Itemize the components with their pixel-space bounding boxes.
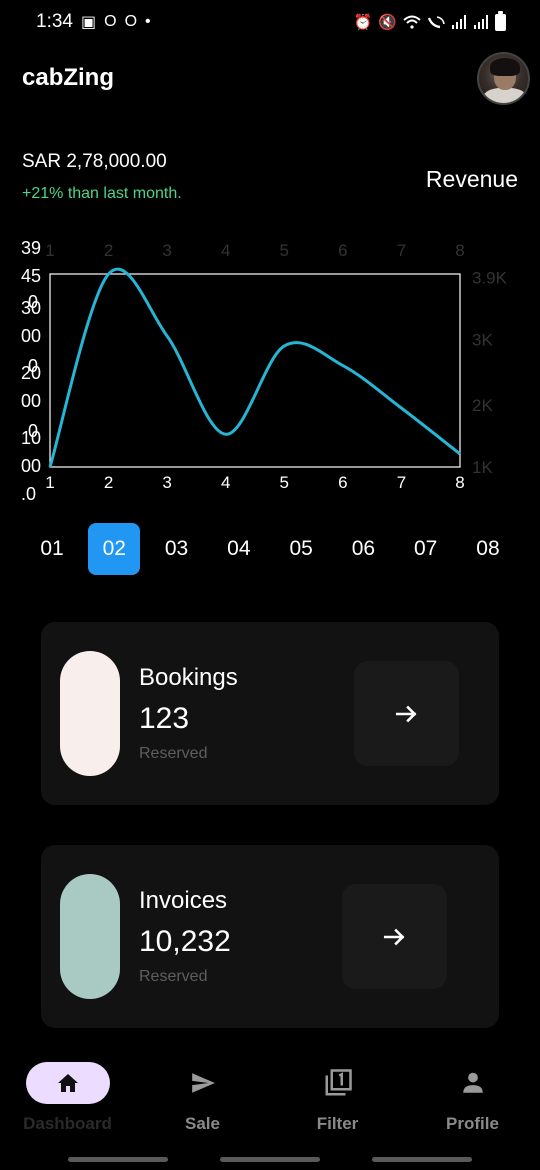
month-chip-08[interactable]: 08 bbox=[462, 523, 514, 575]
chart-x-tick-label: 8 bbox=[455, 473, 464, 492]
mute-icon: 🔇 bbox=[378, 14, 397, 31]
month-chip-07[interactable]: 07 bbox=[400, 523, 452, 575]
alarm-icon: ⏰ bbox=[353, 14, 373, 31]
filter-1-icon bbox=[325, 1069, 352, 1096]
signal-icon bbox=[452, 15, 466, 29]
nav-item-filter[interactable]: Filter bbox=[278, 1058, 398, 1138]
chart-layer: 1 2 3 4 5 6 7 81 2 3 4 5 6 7 83.9K3K2K1K39453000200010… bbox=[21, 238, 508, 504]
revenue-change: +21% than last month. bbox=[22, 185, 182, 202]
invoices-pill bbox=[60, 874, 120, 999]
month-selector: 01 02 03 04 05 06 07 08 bbox=[26, 523, 514, 575]
status-left: 1:34 ▣ O O • bbox=[36, 11, 151, 33]
month-chip-06[interactable]: 06 bbox=[337, 523, 389, 575]
send-icon bbox=[191, 1073, 215, 1093]
ring-icon: O bbox=[104, 13, 117, 30]
status-bar: 1:34 ▣ O O • ⏰ 🔇 bbox=[0, 0, 540, 44]
chart-left-tick-label: 00 bbox=[21, 391, 41, 411]
chart-x-tick-label: 1 bbox=[45, 473, 54, 492]
chart-left-tick-label: 39 bbox=[21, 238, 41, 258]
arrow-right-icon bbox=[383, 928, 404, 945]
bookings-card[interactable]: Bookings 123 Reserved bbox=[41, 622, 499, 805]
nav-active-indicator bbox=[25, 1062, 110, 1104]
ring-icon: O bbox=[124, 13, 138, 30]
month-chip-05[interactable]: 05 bbox=[275, 523, 327, 575]
chart-top-tick-label: 3 bbox=[162, 241, 171, 260]
bookings-value: 123 bbox=[139, 702, 190, 735]
month-chip-02[interactable]: 02 bbox=[88, 523, 141, 575]
invoices-card[interactable]: Invoices 10,232 Reserved bbox=[41, 845, 499, 1028]
revenue-amount: SAR 2,78,000.00 bbox=[22, 151, 167, 172]
image-icon: ▣ bbox=[80, 14, 97, 31]
gesture-bar-center bbox=[220, 1157, 320, 1162]
home-icon bbox=[57, 1074, 78, 1092]
chart-left-tick-label: 45 bbox=[21, 266, 41, 286]
chart-top-tick-label: 4 bbox=[221, 241, 230, 260]
chart-x-tick-label: 6 bbox=[338, 473, 347, 492]
arrow-right-icon bbox=[395, 705, 416, 722]
nav-item-dashboard[interactable]: Dashboard bbox=[8, 1058, 128, 1138]
chart-right-tick-label: 1K bbox=[472, 458, 493, 477]
gesture-bar-right bbox=[372, 1157, 472, 1162]
chart-left-tick-label: 00 bbox=[21, 326, 41, 346]
nav-item-sale[interactable]: Sale bbox=[143, 1058, 263, 1138]
chart-top-tick-label: 6 bbox=[338, 241, 347, 260]
revenue-label: Revenue bbox=[425, 166, 518, 192]
nav-label-dashboard: Dashboard bbox=[23, 1114, 112, 1133]
nav-label-sale: Sale bbox=[185, 1114, 220, 1133]
chart-x-tick-label: 2 bbox=[104, 473, 113, 492]
bookings-subtitle: Reserved bbox=[139, 745, 208, 762]
chart-right-tick-label: 3.9K bbox=[472, 268, 508, 287]
chart-left-overlap-label: 0 bbox=[28, 421, 38, 441]
chart-top-tick-label: 1 bbox=[45, 241, 54, 260]
chart-x-tick-label: 3 bbox=[162, 473, 171, 492]
nav-item-profile[interactable]: Profile bbox=[413, 1058, 533, 1138]
month-chip-03[interactable]: 03 bbox=[151, 523, 203, 575]
month-chip-01[interactable]: 01 bbox=[26, 523, 78, 575]
dot-icon: • bbox=[145, 13, 151, 30]
chart-left-overlap-label: 0 bbox=[28, 356, 38, 376]
invoices-arrow-button[interactable] bbox=[342, 884, 447, 989]
status-time: 1:34 bbox=[36, 11, 73, 32]
nav-label-filter: Filter bbox=[316, 1114, 359, 1133]
person-icon bbox=[462, 1072, 483, 1093]
nav-icon-wrap-profile bbox=[431, 1062, 515, 1104]
avatar[interactable] bbox=[477, 52, 530, 105]
bookings-arrow-button[interactable] bbox=[354, 661, 459, 766]
chart-left-tick-label: 00 bbox=[21, 456, 41, 476]
invoices-title: Invoices bbox=[139, 887, 228, 914]
chart-top-tick-label: 7 bbox=[397, 241, 406, 260]
invoices-value: 10,232 bbox=[139, 925, 231, 958]
nav-label-profile: Profile bbox=[446, 1114, 499, 1133]
bookings-title: Bookings bbox=[139, 664, 238, 691]
month-chip-04[interactable]: 04 bbox=[213, 523, 265, 575]
revenue-chart: 1 2 3 4 5 6 7 81 2 3 4 5 6 7 83.9K3K2K1K39453000200010… bbox=[21, 238, 508, 504]
avatar-hair bbox=[490, 58, 520, 76]
signal-icon bbox=[474, 15, 488, 29]
chart-top-tick-label: 8 bbox=[455, 241, 464, 260]
chart-right-tick-label: 2K bbox=[472, 396, 493, 415]
chart-left-tick-label: .0 bbox=[21, 484, 36, 504]
gesture-bar-left bbox=[68, 1157, 168, 1162]
chart-series-line-0 bbox=[48, 267, 461, 468]
avatar-shirt bbox=[483, 88, 527, 103]
invoices-subtitle: Reserved bbox=[139, 968, 208, 985]
chart-right-tick-label: 3K bbox=[472, 330, 493, 349]
chart-x-tick-label: 7 bbox=[397, 473, 406, 492]
wifi-icon bbox=[403, 15, 421, 29]
battery-icon bbox=[495, 10, 506, 31]
chart-plot-frame bbox=[49, 273, 461, 468]
nav-icon-wrap-filter bbox=[296, 1062, 380, 1104]
bookings-pill bbox=[60, 651, 120, 776]
chart-x-tick-label: 4 bbox=[221, 473, 230, 492]
wifi-call-icon bbox=[427, 16, 445, 29]
chart-top-tick-label: 5 bbox=[280, 241, 289, 260]
bottom-nav: Dashboard Sale Filter Profile bbox=[0, 1058, 540, 1138]
chart-x-tick-label: 5 bbox=[280, 473, 289, 492]
app-title: cabZing bbox=[22, 64, 115, 91]
nav-icon-wrap-sale bbox=[161, 1062, 245, 1104]
chart-top-tick-label: 2 bbox=[104, 241, 113, 260]
status-right: ⏰ 🔇 bbox=[353, 10, 506, 31]
chart-left-overlap-label: 0 bbox=[28, 292, 38, 312]
